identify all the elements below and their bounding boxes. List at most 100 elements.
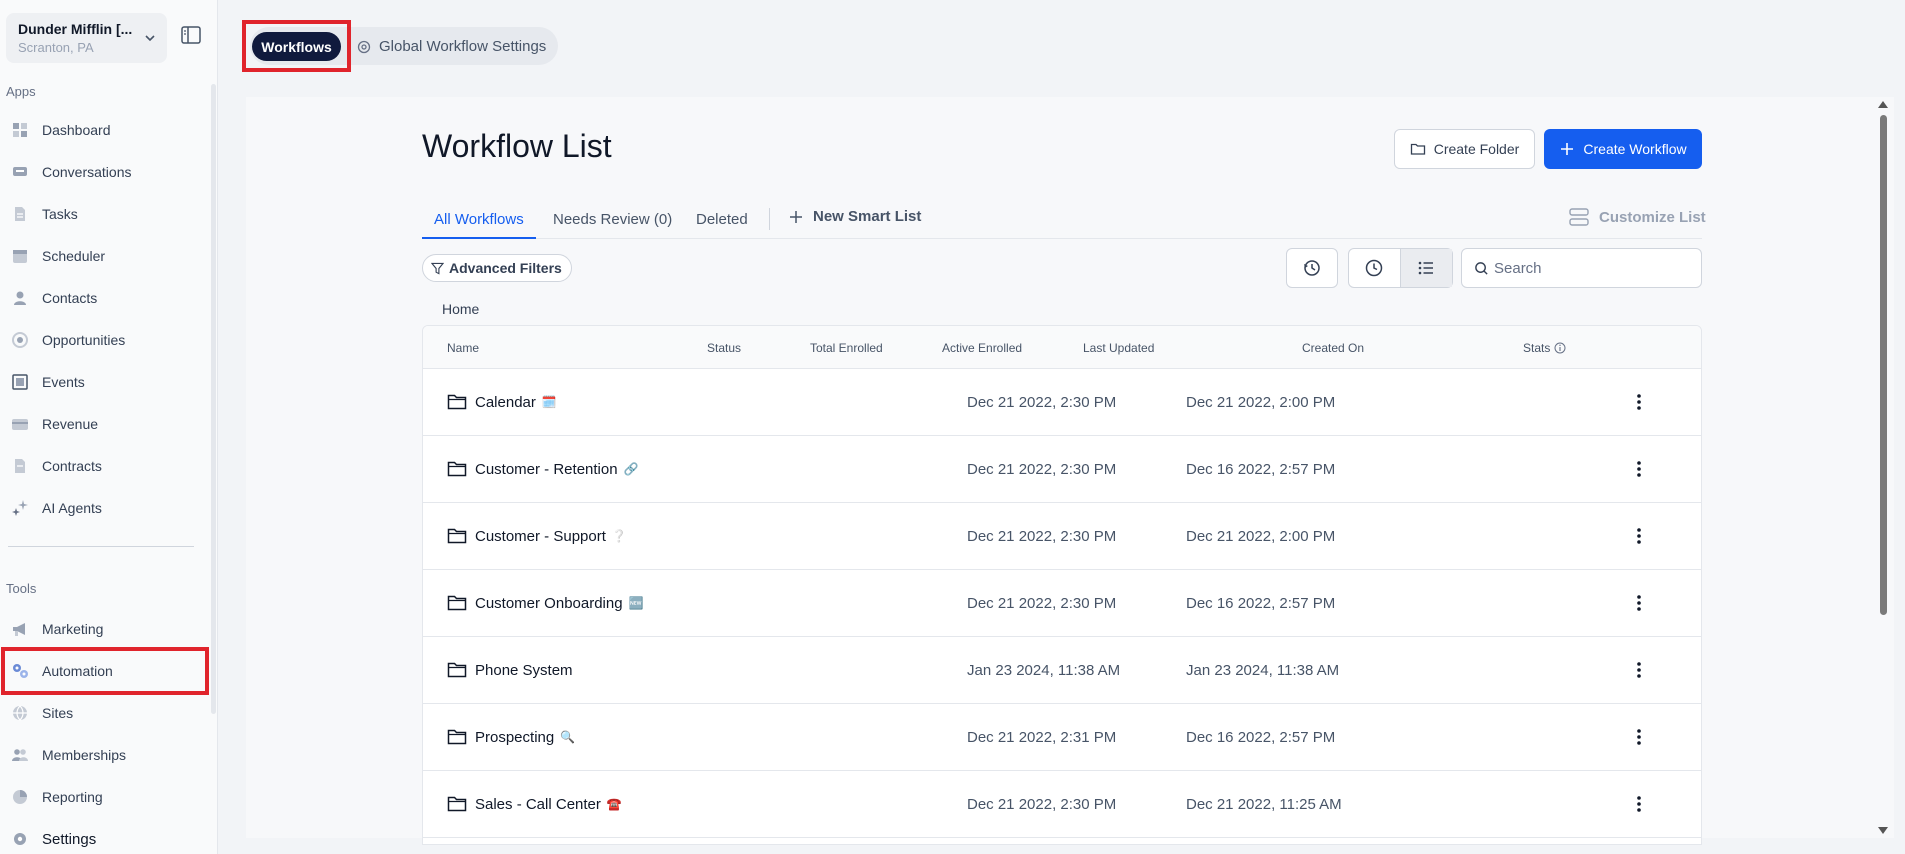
folder-name: Phone System: [475, 661, 573, 679]
sidebar-item-opportunities[interactable]: Opportunities: [0, 320, 210, 360]
pie-icon: [10, 787, 30, 807]
sidebar-item-contacts[interactable]: Contacts: [0, 278, 210, 318]
sidebar-scrollbar[interactable]: [211, 84, 216, 714]
created-on-cell: Dec 21 2022, 2:00 PM: [1186, 528, 1336, 545]
sidebar-toggle-icon[interactable]: [180, 25, 202, 45]
tab-needs-review[interactable]: Needs Review (0): [553, 205, 672, 239]
folder-name-cell[interactable]: Sales - Call Center ☎️: [447, 795, 622, 813]
table-header: Name Status Total Enrolled Active Enroll…: [423, 326, 1701, 369]
column-header-created-on[interactable]: Created On: [1302, 341, 1364, 355]
folder-name-cell[interactable]: Calendar 🗓️: [447, 393, 557, 411]
plus-icon: [1561, 143, 1574, 155]
created-on-cell: Jan 23 2024, 11:38 AM: [1186, 662, 1340, 679]
history-icon: [1304, 260, 1320, 276]
folder-name-cell[interactable]: Phone System: [447, 661, 579, 679]
folder-icon: [447, 796, 467, 812]
column-header-stats[interactable]: Stats: [1523, 341, 1566, 355]
sidebar-item-tasks[interactable]: Tasks: [0, 194, 210, 234]
scroll-down-arrow[interactable]: [1878, 827, 1888, 834]
megaphone-icon: [10, 619, 30, 639]
column-header-name[interactable]: Name: [447, 341, 479, 355]
info-icon[interactable]: [1554, 342, 1566, 354]
folder-name-cell[interactable]: Customer Onboarding 🆕: [447, 594, 644, 612]
row-actions-button[interactable]: [1631, 525, 1647, 547]
row-actions-button[interactable]: [1631, 592, 1647, 614]
table-row[interactable]: Calendar 🗓️ Dec 21 2022, 2:30 PM Dec 21 202…: [423, 369, 1701, 436]
sidebar-item-label: Conversations: [42, 164, 132, 180]
sidebar-item-label: Contacts: [42, 290, 98, 306]
sidebar-item-label: Tasks: [42, 206, 78, 222]
last-updated-cell: Dec 21 2022, 2:30 PM: [967, 796, 1117, 813]
account-switcher[interactable]: Dunder Mifflin [... Scranton, PA: [6, 13, 167, 63]
column-header-active-enrolled[interactable]: Active Enrolled: [942, 341, 1022, 355]
new-smart-list-button[interactable]: New Smart List: [788, 208, 921, 225]
main-scrollbar[interactable]: [1877, 97, 1889, 838]
folder-emoji: 🔗: [623, 462, 639, 476]
tab-all-workflows[interactable]: All Workflows: [422, 205, 536, 239]
list-view-button[interactable]: [1400, 249, 1452, 287]
tab-deleted[interactable]: Deleted: [696, 205, 748, 239]
create-workflow-button[interactable]: Create Workflow: [1544, 129, 1702, 169]
sidebar-item-reporting[interactable]: Reporting: [0, 777, 210, 817]
table-row[interactable]: Customer - Support ❔ Dec 21 2022, 2:30 PM D…: [423, 503, 1701, 570]
button-label: Advanced Filters: [449, 260, 562, 276]
sidebar-item-dashboard[interactable]: Dashboard: [0, 110, 210, 150]
sidebar-item-label: Scheduler: [42, 248, 106, 264]
folder-icon: [447, 461, 467, 477]
clock-view-button[interactable]: [1349, 249, 1401, 287]
create-folder-button[interactable]: Create Folder: [1394, 129, 1535, 169]
sidebar-item-ai-agents[interactable]: AI Agents: [0, 488, 210, 528]
sidebar-item-sites[interactable]: Sites: [0, 693, 210, 733]
chat-icon: [10, 162, 30, 182]
scroll-thumb[interactable]: [1880, 115, 1887, 615]
sidebar-item-events[interactable]: Events: [0, 362, 210, 402]
folder-icon: [447, 394, 467, 410]
dashboard-icon: [10, 120, 30, 140]
row-actions-button[interactable]: [1631, 659, 1647, 681]
folder-name: Calendar: [475, 393, 536, 411]
sidebar-item-memberships[interactable]: Memberships: [0, 735, 210, 775]
advanced-filters-button[interactable]: Advanced Filters: [422, 254, 572, 282]
tab-workflows[interactable]: Workflows: [252, 32, 341, 61]
tabs-separator: [769, 208, 770, 230]
row-actions-button[interactable]: [1631, 458, 1647, 480]
search-input[interactable]: [1494, 259, 1684, 277]
history-button[interactable]: [1286, 248, 1338, 288]
more-vertical-icon: [1637, 461, 1641, 477]
breadcrumb[interactable]: Home: [442, 301, 479, 317]
sidebar-item-marketing[interactable]: Marketing: [0, 609, 210, 649]
folder-name-cell[interactable]: Customer - Retention 🔗: [447, 460, 639, 478]
search-box: [1461, 248, 1702, 288]
created-on-cell: Dec 16 2022, 2:57 PM: [1186, 461, 1336, 478]
sidebar-item-scheduler[interactable]: Scheduler: [0, 236, 210, 276]
customize-list-button[interactable]: Customize List: [1569, 208, 1706, 226]
sidebar-item-conversations[interactable]: Conversations: [0, 152, 210, 192]
column-header-total-enrolled[interactable]: Total Enrolled: [810, 341, 883, 355]
created-on-cell: Dec 16 2022, 2:57 PM: [1186, 729, 1336, 746]
sidebar-item-contracts[interactable]: Contracts: [0, 446, 210, 486]
table-row[interactable]: Phone System Jan 23 2024, 11:38 AM Jan 23 …: [423, 637, 1701, 704]
folder-name: Prospecting: [475, 728, 555, 746]
table-row[interactable]: Prospecting 🔍 Dec 21 2022, 2:31 PM Dec 16 2…: [423, 704, 1701, 771]
scroll-up-arrow[interactable]: [1878, 101, 1888, 108]
sidebar-item-label: Contracts: [42, 458, 102, 474]
folder-name-cell[interactable]: Prospecting 🔍: [447, 728, 575, 746]
table-row[interactable]: Sales - Call Center ☎️ Dec 21 2022, 2:30 P…: [423, 771, 1701, 838]
sidebar-item-label: Memberships: [42, 747, 127, 763]
sidebar-divider: [8, 546, 194, 547]
row-actions-button[interactable]: [1631, 793, 1647, 815]
column-header-last-updated[interactable]: Last Updated: [1083, 341, 1154, 355]
sidebar-item-settings[interactable]: Settings: [0, 819, 210, 854]
folder-icon: [447, 729, 467, 745]
row-actions-button[interactable]: [1631, 726, 1647, 748]
sidebar-item-revenue[interactable]: Revenue: [0, 404, 210, 444]
column-header-status[interactable]: Status: [707, 341, 741, 355]
folder-name-cell[interactable]: Customer - Support ❔: [447, 527, 627, 545]
table-row[interactable]: Customer - Retention 🔗 Dec 21 2022, 2:30 P…: [423, 436, 1701, 503]
tab-global-workflow-settings[interactable]: Global Workflow Settings: [356, 32, 546, 61]
table-row[interactable]: Customer Onboarding 🆕 Dec 21 2022, 2:30 PM…: [423, 570, 1701, 637]
folder-name: Customer Onboarding: [475, 594, 623, 612]
sidebar-item-automation[interactable]: Automation: [0, 651, 210, 691]
row-actions-button[interactable]: [1631, 391, 1647, 413]
more-vertical-icon: [1637, 528, 1641, 544]
